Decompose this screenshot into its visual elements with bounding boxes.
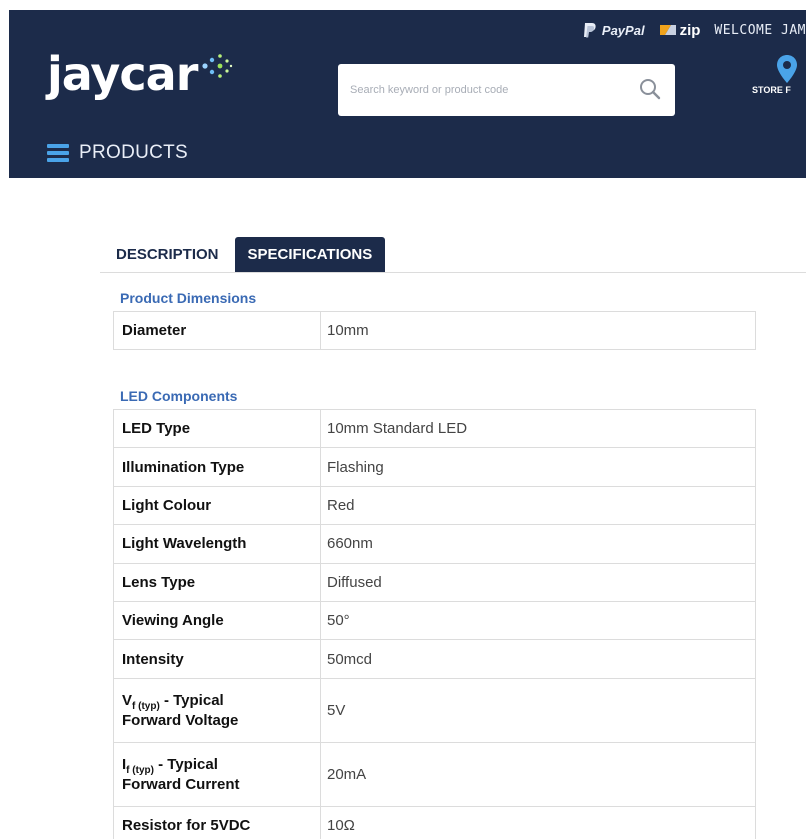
spec-row: Vf (typ) - Typical Forward Voltage 5V [113, 677, 756, 743]
welcome-text[interactable]: WELCOME JAM [714, 23, 806, 38]
spec-value: Diffused [320, 562, 756, 602]
spec-table-product-dimensions: Diameter 10mm [113, 311, 756, 350]
product-tabs: DESCRIPTION SPECIFICATIONS [109, 237, 386, 272]
tab-description[interactable]: DESCRIPTION [109, 237, 235, 272]
paypal-icon [583, 23, 596, 38]
tab-divider [100, 272, 806, 273]
spec-key: LED Type [113, 408, 321, 449]
spec-key-subscript: f (typ) [132, 700, 160, 712]
spec-key: Lens Type [113, 562, 321, 602]
hamburger-icon [47, 144, 69, 162]
search-input[interactable] [338, 70, 618, 110]
spec-key: Light Wavelength [113, 524, 321, 564]
products-menu[interactable]: PRODUCTS [47, 142, 188, 164]
spec-row: LED Type 10mm Standard LED [113, 408, 756, 449]
spec-row: Intensity 50mcd [113, 639, 756, 679]
zip-label: zip [679, 21, 701, 39]
site-header: PayPal zip WELCOME JAM jaycar Search key… [9, 10, 806, 178]
spec-value: Flashing [320, 447, 756, 487]
top-bar: PayPal zip WELCOME JAM [583, 18, 806, 42]
spec-key: Viewing Angle [113, 600, 321, 641]
products-label: PRODUCTS [79, 142, 189, 163]
spec-row: Light Colour Red [113, 485, 756, 526]
spec-row: Lens Type Diffused [113, 562, 756, 602]
spec-key: Diameter [113, 311, 321, 350]
spec-key: Vf (typ) - Typical Forward Voltage [113, 677, 321, 743]
spec-row: Illumination Type Flashing [113, 447, 756, 487]
spec-row: Light Wavelength 660nm [113, 524, 756, 564]
spec-row: Diameter 10mm [113, 311, 756, 350]
tab-specifications[interactable]: SPECIFICATIONS [234, 237, 386, 272]
spec-value: 10mm [320, 311, 756, 350]
sparkle-icon [202, 54, 233, 78]
zip-link[interactable]: zip [659, 21, 701, 39]
spec-key-line2: Forward Current [122, 775, 240, 793]
spec-row: Resistor for 5VDC 10Ω [113, 805, 756, 839]
spec-row: If (typ) - Typical Forward Current 20mA [113, 741, 756, 807]
store-label: STORE F [752, 85, 791, 95]
section-title-product-dimensions: Product Dimensions [120, 290, 257, 306]
section-title-led-components: LED Components [120, 388, 238, 404]
paypal-link[interactable]: PayPal [583, 22, 645, 38]
jaycar-logo[interactable]: jaycar [47, 46, 233, 102]
spec-key-rest: - Typical [153, 755, 218, 773]
spec-value: 5V [320, 677, 756, 743]
spec-value: 10mm Standard LED [320, 408, 756, 449]
spec-row: Viewing Angle 50° [113, 600, 756, 641]
spec-value: 50° [320, 600, 756, 641]
logo-text: jaycar [47, 47, 198, 101]
spec-key: Light Colour [113, 485, 321, 526]
spec-value: Red [320, 485, 756, 526]
spec-value: 660nm [320, 524, 756, 564]
spec-key-subscript: f (typ) [126, 764, 154, 776]
spec-key: Intensity [113, 639, 321, 679]
spec-key: If (typ) - Typical Forward Current [113, 741, 321, 807]
spec-key-symbol: V [122, 691, 133, 709]
zip-icon [659, 25, 676, 35]
search-box [338, 64, 675, 116]
spec-value: 50mcd [320, 639, 756, 679]
search-icon[interactable] [639, 78, 661, 100]
spec-key-rest: - Typical [159, 691, 224, 709]
spec-key-line2: Forward Voltage [122, 711, 239, 729]
store-finder-link[interactable]: STORE F [747, 54, 806, 95]
spec-key: Resistor for 5VDC [113, 805, 321, 839]
paypal-label: PayPal [601, 22, 645, 38]
spec-key: Illumination Type [113, 447, 321, 487]
spec-table-led-components: LED Type 10mm Standard LED Illumination … [113, 408, 756, 839]
spec-value: 10Ω [320, 805, 756, 839]
location-pin-icon [777, 55, 797, 83]
spec-value: 20mA [320, 741, 756, 807]
